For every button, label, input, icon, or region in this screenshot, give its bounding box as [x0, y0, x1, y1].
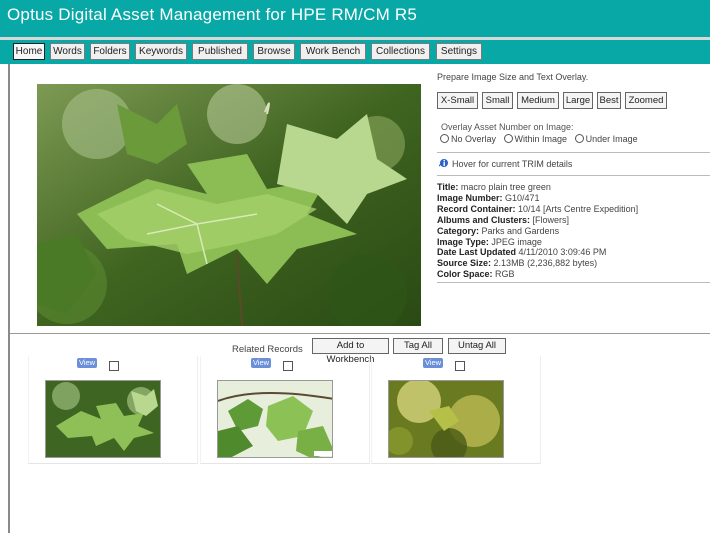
radio-no-overlay-label: No Overlay [451, 134, 497, 144]
overlay-options: No Overlay Within Image Under Image [440, 134, 643, 144]
info-hover-icon [438, 158, 450, 168]
radio-under-image[interactable] [574, 134, 584, 143]
radio-no-overlay[interactable] [440, 134, 449, 143]
category-value: Parks and Gardens [481, 225, 560, 236]
untag-all-button[interactable]: Untag All [448, 338, 506, 354]
size-small-button[interactable]: Small [482, 92, 513, 109]
related-thumbnail[interactable] [45, 380, 161, 458]
add-to-workbench-button[interactable]: Add to Workbench [312, 338, 389, 365]
nav-browse-button[interactable]: Browse [253, 43, 295, 60]
tag-checkbox[interactable] [283, 361, 293, 371]
related-records-label: Related Records [232, 344, 303, 355]
related-thumbnail[interactable] [217, 380, 333, 458]
trim-details-hover[interactable]: Hover for current TRIM details [438, 158, 573, 169]
nav-collections-button[interactable]: Collections [371, 43, 430, 60]
color-space-value: RGB [495, 269, 515, 280]
image-type-label: Image Type: [437, 236, 489, 247]
category-label: Category: [437, 225, 480, 236]
related-record-card: View [200, 356, 370, 464]
title-label: Title: [437, 182, 459, 192]
related-thumbnail[interactable] [388, 380, 504, 458]
image-type-value: JPEG image [491, 236, 542, 247]
record-container-label: Record Container: [437, 203, 516, 214]
size-heading: Prepare Image Size and Text Overlay. [437, 72, 589, 82]
main-image[interactable] [37, 84, 421, 326]
thumbnail-graphic [389, 381, 503, 457]
hover-text: Hover for current TRIM details [452, 159, 573, 169]
thumbnail-graphic [218, 381, 332, 457]
nav-folders-button[interactable]: Folders [90, 43, 130, 60]
albums-value: [Flowers] [532, 214, 570, 225]
nav-home-button[interactable]: Home [13, 43, 45, 60]
tag-checkbox[interactable] [109, 361, 119, 371]
albums-label: Albums and Clusters: [437, 214, 531, 225]
nav-words-button[interactable]: Words [50, 43, 85, 60]
image-number-value: G10/471 [505, 192, 540, 203]
size-zoomed-button[interactable]: Zoomed [625, 92, 667, 109]
tag-all-button[interactable]: Tag All [393, 338, 443, 354]
image-number-label: Image Number: [437, 192, 503, 203]
main-image-graphic [37, 84, 421, 326]
color-space-label: Color Space: [437, 269, 493, 280]
divider [437, 175, 710, 176]
main-nav: Home Words Folders Keywords Published Br… [0, 40, 710, 64]
size-best-button[interactable]: Best [597, 92, 621, 109]
divider [437, 152, 710, 153]
section-divider [10, 333, 710, 334]
date-updated-label: Date Last Updated [437, 247, 517, 258]
view-button[interactable]: View [251, 358, 271, 368]
nav-workbench-button[interactable]: Work Bench [300, 43, 366, 60]
source-size-value: 2.13MB (2,236,882 bytes) [493, 258, 598, 269]
nav-published-button[interactable]: Published [192, 43, 248, 60]
size-medium-button[interactable]: Medium [517, 92, 559, 109]
app-title: Optus Digital Asset Management for HPE R… [7, 5, 417, 24]
view-button[interactable]: View [423, 358, 443, 368]
radio-under-image-label: Under Image [585, 134, 638, 144]
view-button[interactable]: View [77, 358, 97, 368]
source-size-label: Source Size: [437, 258, 492, 269]
radio-within-image-label: Within Image [514, 134, 568, 144]
related-record-card: View [371, 356, 541, 464]
divider [437, 282, 710, 283]
nav-keywords-button[interactable]: Keywords [135, 43, 187, 60]
thumbnail-graphic [46, 381, 160, 457]
asset-details: Title: macro plain tree green Image Numb… [437, 182, 638, 280]
tag-checkbox[interactable] [455, 361, 465, 371]
radio-within-image[interactable] [503, 134, 513, 143]
title-value: macro plain tree green [460, 182, 551, 192]
size-xsmall-button[interactable]: X-Small [437, 92, 478, 109]
related-record-card: View [28, 356, 198, 464]
date-updated-value: 4/11/2010 3:09:46 PM [518, 247, 607, 258]
left-border [8, 64, 10, 533]
app-header: Optus Digital Asset Management for HPE R… [0, 0, 710, 37]
record-container-value: 10/14 [Arts Centre Expedition] [518, 203, 639, 214]
size-large-button[interactable]: Large [563, 92, 593, 109]
nav-settings-button[interactable]: Settings [436, 43, 482, 60]
overlay-label: Overlay Asset Number on Image: [441, 122, 574, 132]
